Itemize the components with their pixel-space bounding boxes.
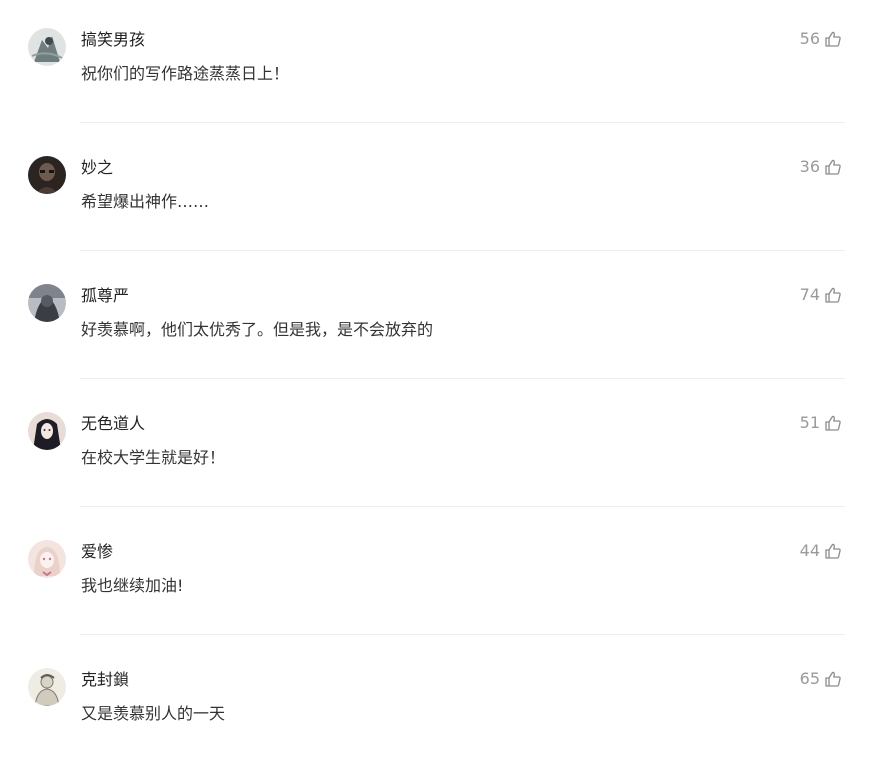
divider (80, 250, 845, 251)
like-count: 51 (799, 413, 820, 432)
like-count: 65 (799, 669, 820, 688)
ink-figure-avatar (28, 28, 66, 66)
avatar[interactable] (28, 284, 66, 322)
like-button[interactable]: 36 (800, 157, 842, 177)
comment-author[interactable]: 爱惨 (81, 542, 113, 562)
thumb-up-icon (824, 670, 842, 688)
like-button[interactable]: 74 (800, 285, 842, 305)
like-button[interactable]: 51 (800, 413, 842, 433)
divider (80, 506, 845, 507)
comment-author[interactable]: 无色道人 (81, 414, 145, 434)
comment-author[interactable]: 搞笑男孩 (81, 30, 145, 50)
like-count: 56 (799, 29, 820, 48)
avatar[interactable] (28, 156, 66, 194)
avatar[interactable] (28, 668, 66, 706)
comment-author[interactable]: 孤尊严 (81, 286, 129, 306)
comment-author[interactable]: 妙之 (81, 158, 113, 178)
anime-girl-avatar (28, 412, 66, 450)
like-count: 36 (799, 157, 820, 176)
sketch-figure-avatar (28, 668, 66, 706)
comment-item: 孤尊严 好羡慕啊，他们太优秀了。但是我，是不会放弃的 74 (0, 266, 891, 394)
like-count: 44 (799, 541, 820, 560)
thumb-up-icon (824, 542, 842, 560)
divider (80, 122, 845, 123)
comment-item: 无色道人 在校大学生就是好！ 51 (0, 394, 891, 522)
comment-text: 在校大学生就是好！ (81, 448, 226, 467)
comment-item: 妙之 希望爆出神作…… 36 (0, 138, 891, 266)
thumb-up-icon (824, 286, 842, 304)
like-button[interactable]: 44 (800, 541, 842, 561)
divider (80, 634, 845, 635)
comment-text: 希望爆出神作…… (81, 192, 210, 211)
comment-text: 又是羡慕别人的一天 (81, 704, 226, 723)
thumb-up-icon (824, 414, 842, 432)
like-button[interactable]: 56 (800, 29, 842, 49)
comment-text: 我也继续加油! (81, 576, 184, 595)
divider (80, 378, 845, 379)
thumb-up-icon (824, 30, 842, 48)
comment-item: 搞笑男孩 祝你们的写作路途蒸蒸日上！ 56 (0, 10, 891, 138)
grey-silhouette-avatar (28, 284, 66, 322)
like-count: 74 (799, 285, 820, 304)
comment-item: 克封鎖 又是羡慕别人的一天 65 (0, 650, 891, 778)
comment-author[interactable]: 克封鎖 (81, 670, 129, 690)
comment-text: 好羡慕啊，他们太优秀了。但是我，是不会放弃的 (81, 320, 434, 339)
thumb-up-icon (824, 158, 842, 176)
pink-anime-avatar (28, 540, 66, 578)
avatar[interactable] (28, 28, 66, 66)
dark-portrait-avatar (28, 156, 66, 194)
comment-text: 祝你们的写作路途蒸蒸日上！ (81, 64, 290, 83)
comment-item: 爱惨 我也继续加油! 44 (0, 522, 891, 650)
avatar[interactable] (28, 540, 66, 578)
like-button[interactable]: 65 (800, 669, 842, 689)
avatar[interactable] (28, 412, 66, 450)
